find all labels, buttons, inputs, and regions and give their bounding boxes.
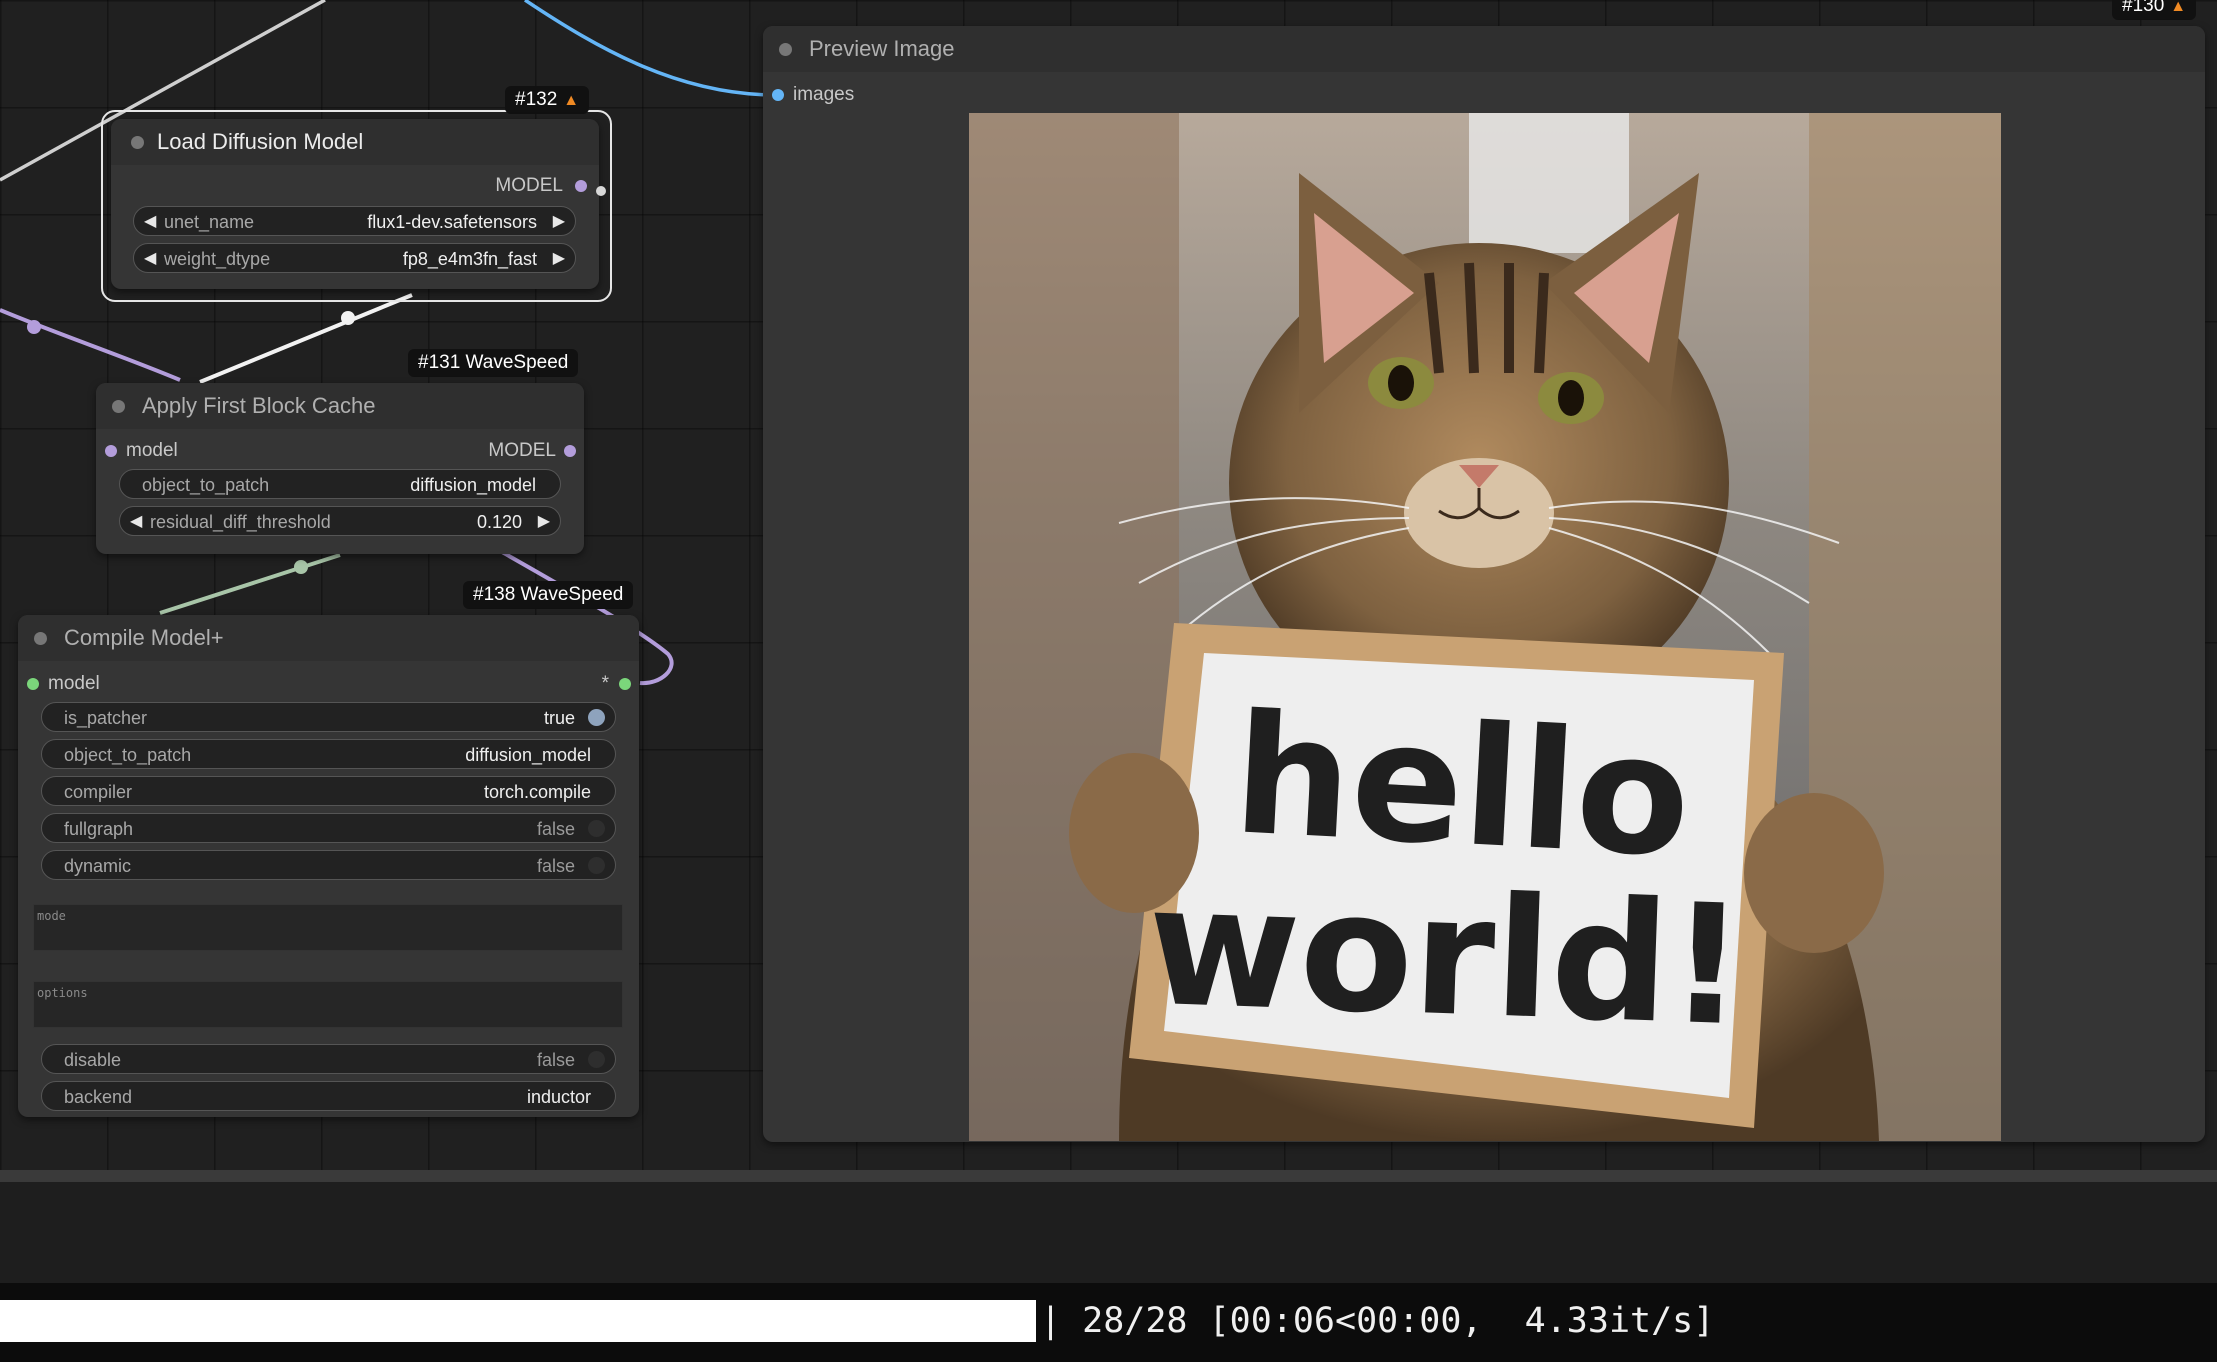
residual-diff-threshold-number[interactable]: ◀ residual_diff_threshold 0.120 ▶ bbox=[119, 506, 561, 536]
collapse-dot-icon[interactable] bbox=[112, 400, 125, 413]
fox-icon: ▲ bbox=[563, 92, 580, 109]
progress-fill bbox=[0, 1300, 1036, 1342]
node-id-badge-130: #130 ▲ bbox=[2112, 0, 2197, 20]
output-label: MODEL bbox=[488, 440, 556, 461]
compile-model-node[interactable]: Compile Model+ model * is_patcher true o… bbox=[18, 615, 639, 1117]
terminal-panel: | 28/28 [00:06<00:00, 4.33it/s] bbox=[0, 1170, 2217, 1362]
mode-textarea[interactable]: mode bbox=[33, 904, 623, 951]
is-patcher-toggle[interactable]: is_patcher true bbox=[41, 702, 616, 732]
model-output-socket[interactable] bbox=[564, 445, 576, 457]
right-arrow-icon[interactable]: ▶ bbox=[553, 244, 565, 274]
wire-midpoint bbox=[27, 320, 41, 334]
object-to-patch-field[interactable]: object_to_patch diffusion_model bbox=[119, 469, 561, 499]
progress-text: | 28/28 [00:06<00:00, 4.33it/s] bbox=[1040, 1301, 1715, 1341]
left-arrow-icon[interactable]: ◀ bbox=[130, 507, 142, 537]
collapse-dot-icon[interactable] bbox=[34, 632, 47, 645]
wire-green-compile bbox=[159, 553, 341, 615]
model-input-socket[interactable] bbox=[27, 678, 39, 690]
node-title: Preview Image bbox=[809, 36, 955, 61]
fullgraph-toggle[interactable]: fullgraph false bbox=[41, 813, 616, 843]
socket-edge-marker bbox=[596, 186, 606, 196]
compiler-field[interactable]: compiler torch.compile bbox=[41, 776, 616, 806]
wire-blue-images bbox=[524, 0, 777, 97]
right-arrow-icon[interactable]: ▶ bbox=[553, 207, 565, 237]
dynamic-toggle[interactable]: dynamic false bbox=[41, 850, 616, 880]
node-title-bar[interactable]: Load Diffusion Model bbox=[111, 119, 599, 165]
output-label: MODEL bbox=[495, 175, 563, 196]
node-title: Load Diffusion Model bbox=[157, 129, 364, 154]
left-arrow-icon[interactable]: ◀ bbox=[144, 207, 156, 237]
toggle-knob-icon[interactable] bbox=[588, 857, 605, 874]
panel-divider[interactable] bbox=[0, 1170, 2217, 1182]
unet-name-combo[interactable]: ◀ unet_name flux1-dev.safetensors ▶ bbox=[133, 206, 576, 236]
wire-midpoint bbox=[294, 560, 308, 574]
fox-icon: ▲ bbox=[2170, 0, 2187, 15]
input-label: model bbox=[48, 673, 100, 694]
model-output-socket[interactable] bbox=[619, 678, 631, 690]
node-id-badge-132: #132 ▲ bbox=[505, 86, 590, 114]
wire-purple-left bbox=[0, 308, 181, 382]
collapse-dot-icon[interactable] bbox=[131, 136, 144, 149]
preview-image[interactable]: hello world! bbox=[969, 113, 2001, 1141]
node-title: Compile Model+ bbox=[64, 625, 224, 650]
wire-model-132-131 bbox=[199, 293, 413, 384]
toggle-knob-icon[interactable] bbox=[588, 1051, 605, 1068]
cat-holding-sign-image: hello world! bbox=[969, 113, 2001, 1141]
apply-first-block-cache-node[interactable]: Apply First Block Cache model MODEL obje… bbox=[96, 383, 584, 554]
input-label: model bbox=[126, 440, 178, 461]
node-id-badge-131: #131 WaveSpeed bbox=[408, 349, 579, 377]
node-title-bar[interactable]: Apply First Block Cache bbox=[96, 383, 584, 429]
node-canvas[interactable]: #132 ▲ Load Diffusion Model MODEL ◀ unet_… bbox=[0, 0, 2217, 1170]
model-output-socket[interactable] bbox=[575, 180, 587, 192]
node-title: Apply First Block Cache bbox=[142, 393, 376, 418]
output-label: * bbox=[601, 673, 609, 694]
wire-midpoint bbox=[341, 311, 355, 325]
toggle-knob-icon[interactable] bbox=[588, 709, 605, 726]
collapse-dot-icon[interactable] bbox=[779, 43, 792, 56]
load-diffusion-model-node[interactable]: Load Diffusion Model MODEL ◀ unet_name f… bbox=[111, 119, 599, 289]
left-arrow-icon[interactable]: ◀ bbox=[144, 244, 156, 274]
options-textarea[interactable]: options bbox=[33, 981, 623, 1028]
toggle-knob-icon[interactable] bbox=[588, 820, 605, 837]
node-title-bar[interactable]: Preview Image bbox=[763, 26, 2205, 72]
model-input-socket[interactable] bbox=[105, 445, 117, 457]
progress-line: | 28/28 [00:06<00:00, 4.33it/s] bbox=[0, 1283, 2217, 1362]
backend-field[interactable]: backend inductor bbox=[41, 1081, 616, 1111]
input-label: images bbox=[793, 84, 855, 105]
node-id-badge-138: #138 WaveSpeed bbox=[463, 581, 634, 609]
disable-toggle[interactable]: disable false bbox=[41, 1044, 616, 1074]
node-title-bar[interactable]: Compile Model+ bbox=[18, 615, 639, 661]
right-arrow-icon[interactable]: ▶ bbox=[538, 507, 550, 537]
sign-text-line2: world! bbox=[1144, 850, 1747, 1063]
object-to-patch-field[interactable]: object_to_patch diffusion_model bbox=[41, 739, 616, 769]
weight-dtype-combo[interactable]: ◀ weight_dtype fp8_e4m3fn_fast ▶ bbox=[133, 243, 576, 273]
images-input-socket[interactable] bbox=[772, 89, 784, 101]
